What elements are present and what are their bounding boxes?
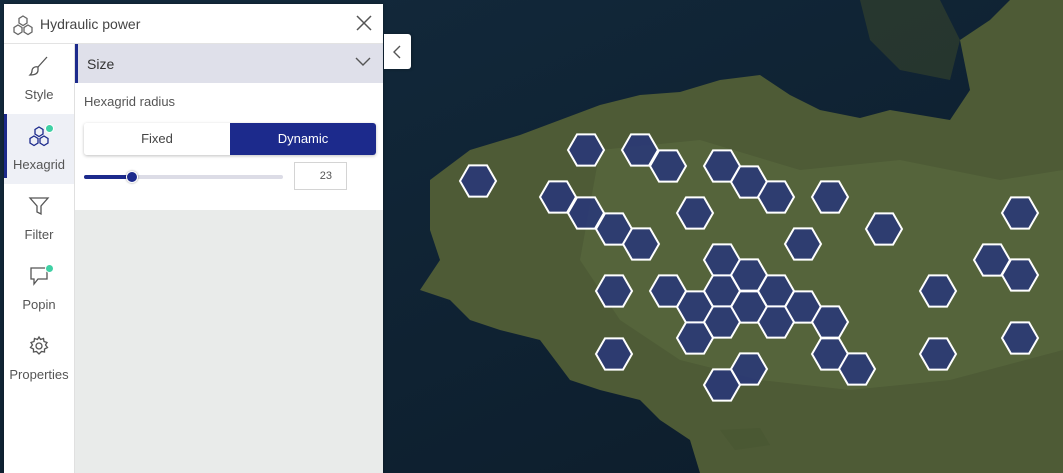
panel-sidebar: Style Hexagrid Filter Popin Properties: [4, 44, 75, 473]
hexagon-cell[interactable]: [566, 133, 606, 167]
sidebar-item-popin[interactable]: Popin: [4, 254, 74, 324]
hexagons-icon: [12, 14, 34, 36]
hexagon-cell[interactable]: [1000, 196, 1040, 230]
slider-handle[interactable]: [125, 171, 138, 183]
brush-icon: [28, 56, 48, 76]
hexagon-cell[interactable]: [458, 164, 498, 198]
status-badge: [45, 124, 54, 133]
sidebar-item-label: Hexagrid: [12, 157, 66, 172]
chevron-down-icon: [355, 57, 371, 66]
sidebar-item-label: Style: [24, 87, 54, 102]
sidebar-item-properties[interactable]: Properties: [4, 324, 74, 394]
radius-slider[interactable]: [84, 171, 283, 183]
radius-value-input[interactable]: [294, 162, 347, 190]
hexagrid-radius-label: Hexagrid radius: [84, 94, 176, 109]
gear-icon: [29, 335, 49, 355]
hexagon-cell[interactable]: [756, 180, 796, 214]
hexagon-cell[interactable]: [810, 180, 850, 214]
settings-content: Size Hexagrid radius Fixed Dynamic: [75, 44, 383, 210]
dynamic-option[interactable]: Dynamic: [230, 123, 376, 155]
hexagon-cell[interactable]: [675, 321, 715, 355]
hexagon-cell[interactable]: [594, 337, 634, 371]
hexagon-cell[interactable]: [756, 305, 796, 339]
slider-fill: [84, 175, 132, 179]
sidebar-item-label: Filter: [24, 227, 54, 242]
section-title: Size: [87, 56, 115, 72]
sidebar-item-label: Popin: [22, 297, 56, 312]
sidebar-item-label: Properties: [9, 367, 69, 382]
hexagon-cell[interactable]: [1000, 321, 1040, 355]
section-size-header[interactable]: Size: [75, 44, 383, 83]
hexagon-cell[interactable]: [810, 305, 850, 339]
status-badge: [45, 264, 54, 273]
hexagon-cell[interactable]: [864, 212, 904, 246]
hexagon-cell[interactable]: [918, 274, 958, 308]
panel-title: Hydraulic power: [40, 16, 141, 32]
hexagon-cell[interactable]: [1000, 258, 1040, 292]
hexagon-cell[interactable]: [594, 274, 634, 308]
sidebar-item-style[interactable]: Style: [4, 44, 74, 114]
hexagon-cell[interactable]: [621, 227, 661, 261]
hexagon-cell[interactable]: [783, 227, 823, 261]
collapse-panel-button[interactable]: [384, 34, 411, 69]
radius-mode-toggle: Fixed Dynamic: [84, 123, 376, 155]
layer-panel: Hydraulic power Style Hexagrid Filter Po…: [4, 4, 383, 473]
hexagon-cell[interactable]: [675, 196, 715, 230]
hexagon-cell[interactable]: [702, 368, 742, 402]
funnel-icon: [28, 197, 50, 216]
hexagon-cell[interactable]: [648, 149, 688, 183]
hexagon-cell[interactable]: [837, 352, 877, 386]
hexagon-cell[interactable]: [918, 337, 958, 371]
panel-header: Hydraulic power: [4, 4, 383, 44]
close-icon[interactable]: [355, 14, 373, 32]
chevron-left-icon: [393, 45, 401, 59]
sidebar-item-hexagrid[interactable]: Hexagrid: [4, 114, 74, 184]
fixed-option[interactable]: Fixed: [84, 123, 230, 155]
sidebar-item-filter[interactable]: Filter: [4, 184, 74, 254]
